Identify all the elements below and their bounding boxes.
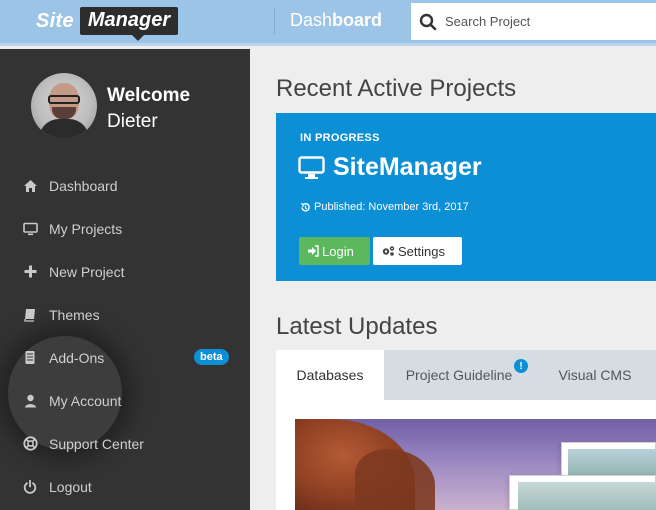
settings-label: Settings	[398, 243, 445, 259]
updates-tabs: Databases Project Guideline ! Visual CMS	[276, 350, 656, 400]
sidebar-item-label: New Project	[49, 263, 125, 280]
sidebar-item-add-ons[interactable]: Add-Ons beta	[0, 336, 250, 379]
puzzle-icon	[22, 350, 38, 366]
monitor-icon	[298, 155, 325, 179]
avatar[interactable]	[31, 73, 97, 139]
sidebar-item-logout[interactable]: Logout	[0, 465, 250, 508]
preview-thumbnail	[509, 475, 656, 510]
tab-visual-cms[interactable]: Visual CMS	[534, 350, 656, 400]
sign-in-icon	[308, 245, 319, 257]
project-name[interactable]: SiteManager	[298, 153, 482, 182]
search-box	[411, 3, 656, 40]
sidebar-item-label: Support Center	[49, 435, 144, 452]
main-content: Recent Active Projects IN PROGRESS SiteM…	[250, 49, 656, 510]
sidebar-item-label: My Account	[49, 392, 122, 409]
sidebar-item-dashboard[interactable]: Dashboard	[0, 164, 250, 207]
page-title-bold: board	[332, 10, 383, 30]
latest-updates-title: Latest Updates	[276, 313, 438, 340]
sidebar-item-my-projects[interactable]: My Projects	[0, 207, 250, 250]
welcome-message: Welcome Dieter	[107, 83, 190, 135]
lifebuoy-icon	[22, 436, 38, 452]
site-logo[interactable]: Site Manager	[36, 7, 179, 41]
tab-label: Project Guideline	[405, 367, 513, 383]
monitor-icon	[22, 221, 38, 237]
history-icon	[300, 202, 310, 212]
sidebar-item-label: Logout	[49, 478, 92, 495]
search-input[interactable]	[445, 6, 645, 37]
page-title: Dashboard	[290, 10, 382, 31]
header-divider	[274, 8, 275, 34]
sidebar-item-label: Themes	[49, 306, 100, 323]
project-status: IN PROGRESS	[300, 132, 380, 144]
sidebar-item-label: My Projects	[49, 220, 123, 237]
user-name: Dieter	[107, 111, 158, 132]
logo-site-text: Site	[36, 9, 74, 32]
beta-badge: beta	[194, 349, 229, 365]
gears-icon	[382, 246, 395, 256]
sidebar-item-my-account[interactable]: My Account	[0, 379, 250, 422]
login-button[interactable]: Login	[299, 237, 370, 265]
sidebar-item-label: Add-Ons	[49, 349, 105, 366]
welcome-label: Welcome	[107, 85, 191, 106]
user-icon	[22, 393, 38, 409]
login-label: Login	[322, 243, 354, 259]
tab-label: Visual CMS	[558, 367, 632, 383]
sidebar-item-new-project[interactable]: New Project	[0, 250, 250, 293]
sidebar-item-label: Dashboard	[49, 177, 118, 194]
alert-icon: !	[514, 359, 528, 373]
published-date: Published: November 3rd, 2017	[314, 201, 469, 213]
tab-project-guideline[interactable]: Project Guideline !	[384, 350, 534, 400]
project-name-text: SiteManager	[333, 153, 482, 181]
top-bar: Site Manager Dashboard	[0, 0, 656, 46]
power-icon	[22, 479, 38, 495]
recent-projects-title: Recent Active Projects	[276, 75, 517, 102]
tab-panel	[276, 400, 656, 510]
project-card[interactable]: IN PROGRESS SiteManager Published: Novem…	[276, 113, 656, 281]
settings-button[interactable]: Settings	[373, 237, 462, 265]
update-preview-image[interactable]	[295, 419, 656, 510]
project-published: Published: November 3rd, 2017	[300, 201, 469, 213]
logo-manager-text: Manager	[79, 7, 179, 41]
tab-label: Databases	[296, 367, 364, 383]
plus-icon	[22, 264, 38, 280]
sidebar: Welcome Dieter Dashboard My Projects New…	[0, 49, 250, 510]
book-icon	[22, 307, 38, 323]
sidebar-item-themes[interactable]: Themes	[0, 293, 250, 336]
home-icon	[22, 178, 38, 194]
sidebar-nav: Dashboard My Projects New Project Themes…	[0, 164, 250, 508]
tab-databases[interactable]: Databases	[276, 350, 384, 400]
sidebar-item-support-center[interactable]: Support Center	[0, 422, 250, 465]
search-icon[interactable]	[411, 3, 445, 40]
page-title-light: Dash	[290, 10, 333, 30]
